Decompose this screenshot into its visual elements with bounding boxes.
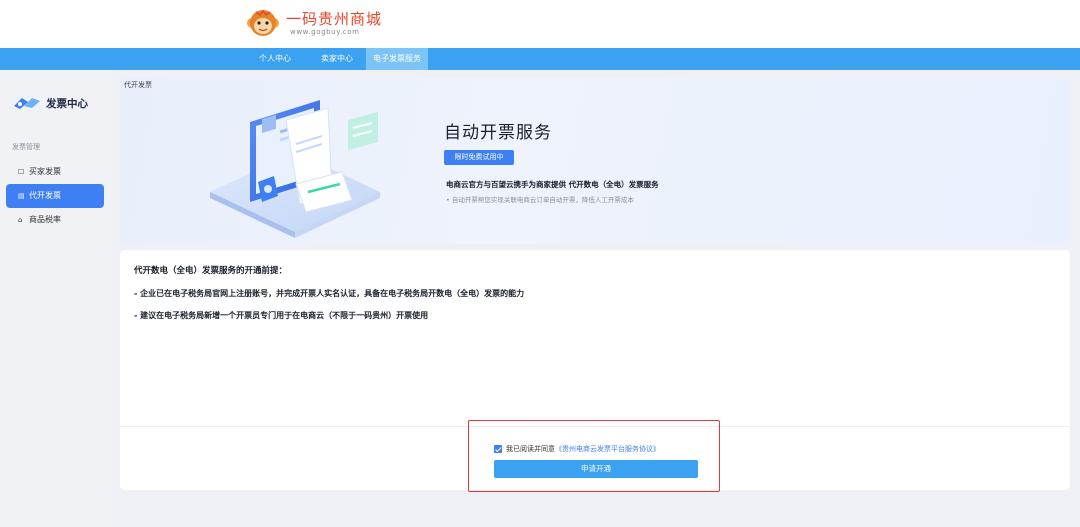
- free-trial-badge: 限时免费试用中: [444, 150, 514, 165]
- invoice-center-brand: 发票中心: [12, 94, 107, 112]
- nav-item-personal-center[interactable]: 个人中心: [250, 48, 300, 70]
- nav-item-e-invoice-service[interactable]: 电子发票服务: [366, 48, 428, 70]
- banner-title: 自动开票服务: [444, 123, 552, 143]
- agreement-link[interactable]: 《贵州电商云发票平台服务协议》: [555, 445, 660, 453]
- invoice-center-logo-icon: [14, 98, 40, 109]
- nav-item-seller-center[interactable]: 卖家中心: [312, 48, 362, 70]
- main-content: 代开发票 自动开票服务 限时免费试用中 电商云官方与百望云携手为商家提供 代开数…: [112, 70, 1080, 527]
- banner-note: • 自动开票帮您实现关联电商云订单自动开票，降低人工开票成本: [446, 196, 634, 204]
- prerequisite-item: - 建议在电子税务局新增一个开票员专门用于在电商云（不限于一码贵州）开票使用: [134, 311, 429, 320]
- banner-subtitle: 电商云官方与百望云携手为商家提供 代开数电（全电）发票服务: [446, 180, 659, 189]
- sidebar-group-label: 发票管理: [12, 143, 40, 151]
- monkey-logo-icon: [247, 9, 279, 36]
- logo-title: 一码贵州商城: [286, 10, 383, 28]
- sidebar-item-label: 买家发票: [29, 167, 61, 176]
- prerequisite-item: - 企业已在电子税务局官网上注册账号，并完成开票人实名认证，具备在电子税务局开数…: [134, 289, 525, 298]
- prerequisite-title: 代开数电（全电）发票服务的开通前提：: [134, 266, 288, 276]
- apply-button[interactable]: 申请开通: [494, 460, 698, 478]
- highlight-box: [468, 420, 720, 492]
- sidebar: 发票中心 发票管理 ☐ 买家发票 ▤ 代开发票 ⌂ 商品税率: [0, 70, 110, 527]
- prerequisite-panel: 代开数电（全电）发票服务的开通前提： - 企业已在电子税务局官网上注册账号，并完…: [120, 250, 1070, 492]
- sidebar-item-buyer-invoice[interactable]: ☐ 买家发票: [6, 160, 104, 184]
- top-nav-bar: 个人中心 卖家中心 电子发票服务: [0, 48, 1080, 70]
- agreement-text: 我已阅读并同意: [506, 445, 555, 453]
- logo-url: www.gogbuy.com: [290, 28, 360, 36]
- top-header: 一码贵州商城 www.gogbuy.com: [0, 0, 1080, 48]
- invoice-illustration-icon: [210, 100, 380, 238]
- sidebar-item-label: 代开发票: [29, 191, 61, 200]
- invoice-center-title: 发票中心: [46, 98, 88, 110]
- sidebar-item-proxy-invoice[interactable]: ▤ 代开发票: [6, 184, 104, 208]
- site-logo[interactable]: 一码贵州商城 www.gogbuy.com: [246, 6, 381, 42]
- invoice-icon: ▤: [18, 192, 25, 200]
- breadcrumb: 代开发票: [124, 81, 152, 89]
- tax-icon: ⌂: [18, 216, 23, 224]
- agreement-row: 我已阅读并同意《贵州电商云发票平台服务协议》: [494, 444, 660, 456]
- sidebar-item-tax-rate[interactable]: ⌂ 商品税率: [6, 208, 104, 232]
- sidebar-item-label: 商品税率: [29, 215, 61, 224]
- document-icon: ☐: [18, 168, 25, 176]
- agreement-checkbox[interactable]: [494, 445, 502, 453]
- service-banner: 代开发票 自动开票服务 限时免费试用中 电商云官方与百望云携手为商家提供 代开数…: [120, 78, 1070, 244]
